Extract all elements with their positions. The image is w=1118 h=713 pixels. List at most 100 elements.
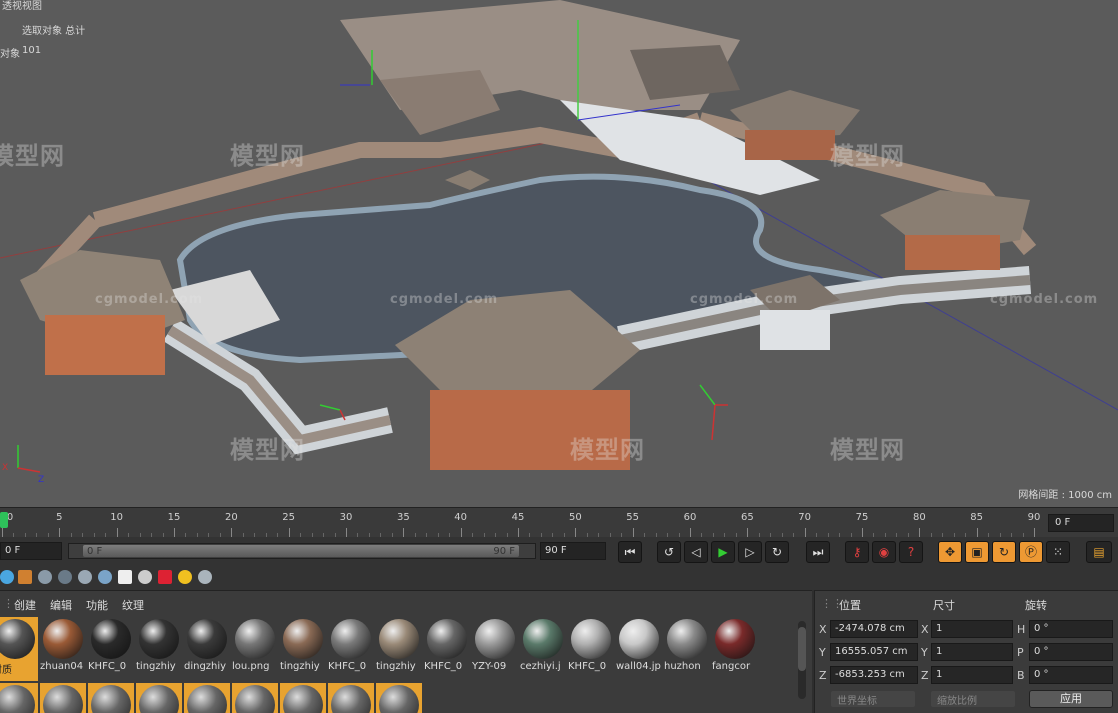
material-label: lou.png — [232, 661, 270, 672]
timeline-window-button[interactable]: ▤ — [1086, 541, 1112, 563]
size-y-field[interactable]: 1 — [931, 643, 1013, 661]
material-preview-sphere — [475, 619, 515, 659]
material-swatch[interactable]: zhuan04 — [40, 617, 86, 681]
rotation-h-field[interactable]: 0 ° — [1029, 620, 1113, 638]
material-label: huzhon — [664, 661, 701, 672]
z-label: Z — [819, 669, 827, 682]
position-y-field[interactable]: 16555.057 cm — [830, 643, 918, 661]
sky-icon[interactable] — [198, 570, 212, 584]
material-preview-sphere — [187, 619, 227, 659]
material-swatch[interactable]: KHFC_0 — [88, 617, 134, 681]
rotation-p-field[interactable]: 0 ° — [1029, 643, 1113, 661]
range-start-label: 0 F — [87, 546, 103, 557]
material-swatch[interactable] — [40, 683, 86, 713]
prev-key-button[interactable]: ↺ — [657, 541, 681, 563]
material-swatch[interactable]: cezhiyi.j — [520, 617, 566, 681]
material-swatch[interactable]: tingzhiy — [280, 617, 326, 681]
viewport-title: 透视视图 — [2, 1, 42, 12]
camera-icon[interactable] — [158, 570, 172, 584]
key-parameter-toggle[interactable]: Ⓟ — [1019, 541, 1043, 563]
material-swatch[interactable] — [136, 683, 182, 713]
tick-label: 25 — [282, 512, 296, 523]
material-preview-sphere — [43, 619, 83, 659]
shade-icon[interactable] — [78, 570, 92, 584]
size-x-field[interactable]: 1 — [931, 620, 1013, 638]
material-preview-sphere — [91, 619, 131, 659]
menu-create[interactable]: 创建 — [14, 597, 36, 613]
key-scale-toggle[interactable]: ▣ — [965, 541, 989, 563]
shade-icon[interactable] — [38, 570, 52, 584]
apply-button[interactable]: 应用 — [1029, 690, 1113, 708]
start-frame-field[interactable]: 0 F — [0, 542, 62, 560]
material-swatch[interactable] — [232, 683, 278, 713]
record-key-button[interactable]: ⚷ — [845, 541, 869, 563]
go-to-start-button[interactable]: ⏮ — [618, 541, 642, 563]
material-swatch[interactable]: tingzhiy — [376, 617, 422, 681]
material-swatch[interactable]: YZY-09 — [472, 617, 518, 681]
current-frame-field[interactable]: 0 F — [1048, 514, 1114, 532]
x-label: X — [921, 623, 929, 636]
material-swatch[interactable]: KHFC_0 — [328, 617, 374, 681]
material-menu: ⋮⋮ 创建 编辑 功能 纹理 — [0, 591, 812, 615]
scroll-thumb[interactable] — [798, 627, 806, 671]
material-swatch[interactable]: KHFC_0 — [424, 617, 470, 681]
go-to-end-button[interactable]: ⏭ — [806, 541, 830, 563]
key-rotation-toggle[interactable]: ↻ — [992, 541, 1016, 563]
menu-edit[interactable]: 编辑 — [50, 597, 72, 613]
material-swatch[interactable] — [280, 683, 326, 713]
material-label: tingzhiy — [136, 661, 176, 672]
keyframe-help-button[interactable]: ? — [899, 541, 923, 563]
coordinate-system-dropdown[interactable]: 世界坐标 — [831, 691, 915, 707]
material-swatch[interactable]: wall04.jp — [616, 617, 662, 681]
material-swatch[interactable] — [88, 683, 134, 713]
3d-viewport[interactable]: X Z 透视视图 选取对象 总计 对象 101 网格间距 : 1000 cm 模… — [0, 0, 1118, 507]
step-forward-button[interactable]: ▷ — [738, 541, 762, 563]
auto-key-button[interactable]: ◉ — [872, 541, 896, 563]
sphere-icon[interactable] — [0, 570, 14, 584]
rotation-b-field[interactable]: 0 ° — [1029, 666, 1113, 684]
material-preview-sphere — [43, 685, 83, 713]
key-position-toggle[interactable]: ✥ — [938, 541, 962, 563]
material-swatch[interactable]: 材质 — [0, 617, 38, 681]
tick-label: 75 — [855, 512, 869, 523]
window-icon[interactable] — [118, 570, 132, 584]
material-swatch[interactable]: KHFC_0 — [568, 617, 614, 681]
cube-icon[interactable] — [18, 570, 32, 584]
position-header: 位置 — [839, 599, 861, 612]
playhead[interactable] — [0, 512, 8, 528]
preview-range-bar[interactable]: 0 F 90 F — [83, 545, 519, 557]
frame-ruler[interactable]: 0 5 10 15 20 25 30 35 40 45 50 55 60 65 70 75 80 85 90 — [0, 508, 1042, 538]
material-swatch[interactable]: lou.png — [232, 617, 278, 681]
material-preview-sphere — [379, 619, 419, 659]
material-swatch[interactable]: huzhon — [664, 617, 710, 681]
timeline-ruler[interactable]: 0 5 10 15 20 25 30 35 40 45 50 55 60 65 70 75 80 85 90 0 F — [0, 507, 1118, 538]
shade-icon[interactable] — [58, 570, 72, 584]
preview-range-slider[interactable]: 0 F 90 F — [68, 543, 536, 559]
material-swatch[interactable] — [184, 683, 230, 713]
end-frame-field[interactable]: 90 F — [540, 542, 606, 560]
material-swatch[interactable] — [0, 683, 38, 713]
material-swatch[interactable]: fangcor — [712, 617, 758, 681]
next-key-button[interactable]: ↻ — [765, 541, 789, 563]
position-x-field[interactable]: -2474.078 cm — [830, 620, 918, 638]
material-preview-sphere — [187, 685, 227, 713]
material-swatch[interactable]: tingzhiy — [136, 617, 182, 681]
menu-function[interactable]: 功能 — [86, 597, 108, 613]
coordinates-manager: ⋮⋮ 位置 尺寸 旋转 X Y Z -2474.078 cm 16555.057… — [814, 590, 1118, 713]
shade-icon[interactable] — [98, 570, 112, 584]
material-scrollbar[interactable] — [798, 621, 806, 699]
light-icon[interactable] — [178, 570, 192, 584]
material-swatch[interactable] — [328, 683, 374, 713]
h-label: H — [1017, 623, 1026, 636]
step-back-icon: ◁ — [691, 545, 701, 559]
scale-mode-dropdown[interactable]: 缩放比例 — [931, 691, 1015, 707]
material-swatch[interactable]: dingzhiy — [184, 617, 230, 681]
menu-texture[interactable]: 纹理 — [122, 597, 144, 613]
circle-icon[interactable] — [138, 570, 152, 584]
step-back-button[interactable]: ◁ — [684, 541, 708, 563]
position-z-field[interactable]: -6853.253 cm — [830, 666, 918, 684]
play-button[interactable]: ▶ — [711, 541, 735, 563]
material-swatch[interactable] — [376, 683, 422, 713]
key-pla-toggle[interactable]: ⁙ — [1046, 541, 1070, 563]
size-z-field[interactable]: 1 — [931, 666, 1013, 684]
